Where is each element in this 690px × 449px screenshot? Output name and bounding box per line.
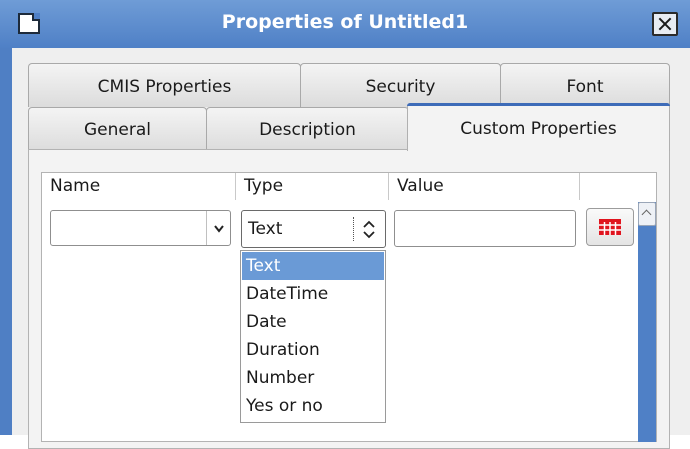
type-option-duration[interactable]: Duration <box>242 336 384 364</box>
type-option-number[interactable]: Number <box>242 364 384 392</box>
type-option-text[interactable]: Text <box>242 252 384 280</box>
column-header-type[interactable]: Type <box>236 173 389 200</box>
type-option-yes-or-no[interactable]: Yes or no <box>242 392 384 420</box>
tab-cmis-properties[interactable]: CMIS Properties <box>28 63 301 107</box>
calendar-icon <box>599 219 621 235</box>
column-header-value[interactable]: Value <box>389 173 580 200</box>
tab-font[interactable]: Font <box>500 63 670 107</box>
type-dropdown-list: Text DateTime Date Duration Number Yes o… <box>240 250 386 423</box>
name-combobox[interactable] <box>50 210 231 246</box>
type-option-datetime[interactable]: DateTime <box>242 280 384 308</box>
type-option-date[interactable]: Date <box>242 308 384 336</box>
column-header-name[interactable]: Name <box>42 173 236 200</box>
tab-security[interactable]: Security <box>300 63 501 107</box>
vertical-scrollbar[interactable] <box>638 202 656 442</box>
tab-custom-properties[interactable]: Custom Properties <box>407 103 670 151</box>
scroll-up-icon[interactable] <box>638 202 656 226</box>
tab-description[interactable]: Description <box>206 107 409 151</box>
value-field[interactable] <box>394 210 576 247</box>
date-picker-button[interactable] <box>586 208 634 246</box>
type-listbox[interactable]: Text <box>241 210 386 248</box>
spin-updown-icon[interactable] <box>353 211 385 247</box>
title-bar[interactable]: Properties of Untitled1 <box>0 0 690 48</box>
window-title: Properties of Untitled1 <box>221 11 469 33</box>
type-value: Text <box>248 219 283 239</box>
close-button[interactable] <box>652 12 678 36</box>
chevron-down-icon[interactable] <box>206 211 230 245</box>
tab-general[interactable]: General <box>28 107 207 151</box>
column-header-blank <box>580 173 658 200</box>
